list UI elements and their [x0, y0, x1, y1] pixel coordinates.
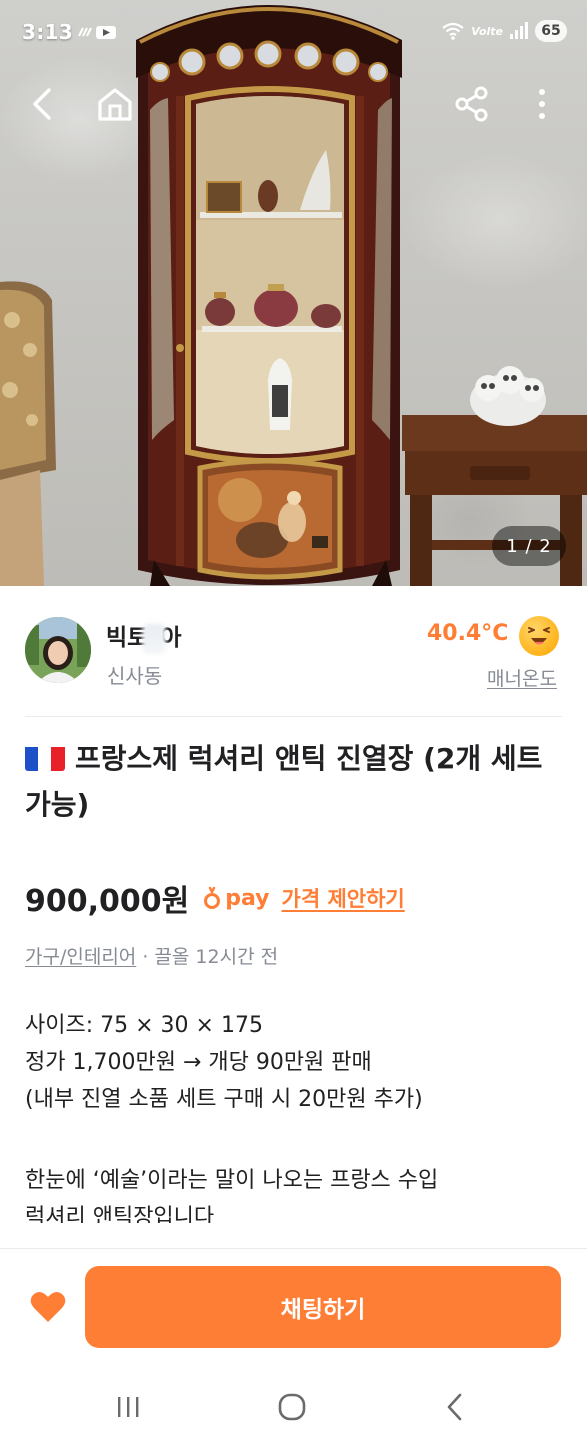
manner-temperature-link[interactable]: 매너온도	[487, 664, 557, 691]
back-button[interactable]	[21, 82, 65, 126]
back-arrow-icon	[33, 88, 51, 120]
carrot-pay-icon	[204, 886, 221, 909]
description-line: 사이즈: 75 × 30 × 175	[25, 1013, 263, 1038]
description-line: 한눈에 ‘예술’이라는 말이 나오는 프랑스 수입	[25, 1168, 439, 1193]
section-divider	[25, 716, 562, 717]
description-line: (내부 진열 소품 세트 구매 시 20만원 추가)	[25, 1087, 423, 1112]
listing-description: 사이즈: 75 × 30 × 175 정가 1,700만원 → 개당 90만원 …	[25, 1007, 565, 1223]
description-line: 정가 1,700만원 → 개당 90만원 판매	[25, 1050, 372, 1075]
notification-icons	[78, 24, 118, 44]
system-home-button[interactable]	[270, 1385, 314, 1429]
pay-badge: pay	[203, 885, 270, 911]
antique-cabinet-image	[0, 5, 587, 586]
listing-title: 프랑스제 럭셔리 앤틱 진열장 (2개 세트 가능)	[25, 736, 570, 828]
system-navigation-bar	[0, 1370, 587, 1440]
listing-meta: 가구/인테리어 · 끌올 12시간 전	[25, 942, 278, 969]
recent-apps-button[interactable]	[106, 1385, 150, 1429]
recent-apps-icon	[118, 1397, 139, 1417]
chevron-left-icon	[447, 1393, 462, 1421]
status-time: 3:13	[22, 20, 73, 44]
seller-name[interactable]: 빅토 아	[106, 618, 182, 654]
seller-location: 신사동	[107, 664, 163, 688]
like-button[interactable]	[28, 1287, 68, 1327]
smiley-face-icon	[519, 616, 559, 656]
price-offer-link[interactable]: 가격 제안하기	[282, 883, 405, 913]
system-back-button[interactable]	[434, 1385, 478, 1429]
meta-separator: ·	[136, 946, 155, 968]
battery-indicator: 65	[535, 20, 567, 42]
home-button[interactable]	[93, 82, 137, 126]
manner-temperature: 40.4°C	[427, 621, 509, 646]
pay-label: pay	[225, 885, 270, 911]
chat-button[interactable]: 채팅하기	[85, 1266, 561, 1348]
heart-icon	[30, 1291, 66, 1322]
france-flag-icon	[25, 743, 65, 771]
image-counter: 1 / 2	[492, 526, 566, 566]
status-indicators: Volte 65	[441, 20, 567, 42]
category-link[interactable]: 가구/인테리어	[25, 946, 136, 968]
share-button[interactable]	[450, 82, 494, 126]
volte-label: Volte	[471, 24, 503, 38]
more-options-button[interactable]	[520, 82, 564, 126]
wifi-icon	[442, 22, 464, 40]
price-row: 900,000원 pay 가격 제안하기	[25, 878, 405, 919]
more-vertical-icon	[539, 89, 545, 119]
share-icon	[455, 86, 488, 122]
seller-profile[interactable]: 빅토 아 신사동 40.4°C 매너온도	[0, 586, 587, 716]
listing-title-text: 프랑스제 럭셔리 앤틱 진열장 (2개 세트 가능)	[25, 742, 543, 821]
description-line: 럭셔리 앤틱장입니다	[25, 1205, 215, 1223]
bump-time: 끌올 12시간 전	[154, 946, 279, 968]
bottom-action-bar: 채팅하기	[0, 1248, 587, 1370]
name-redaction	[142, 623, 167, 654]
seller-avatar[interactable]	[25, 617, 91, 683]
home-icon	[98, 88, 132, 121]
status-bar: 3:13 Volte 65	[0, 0, 587, 64]
signal-icon	[510, 22, 528, 39]
product-photo[interactable]: 3:13 Volte 65 1 / 2	[0, 0, 587, 586]
home-circle-icon	[278, 1393, 306, 1421]
listing-price: 900,000원	[25, 884, 190, 919]
